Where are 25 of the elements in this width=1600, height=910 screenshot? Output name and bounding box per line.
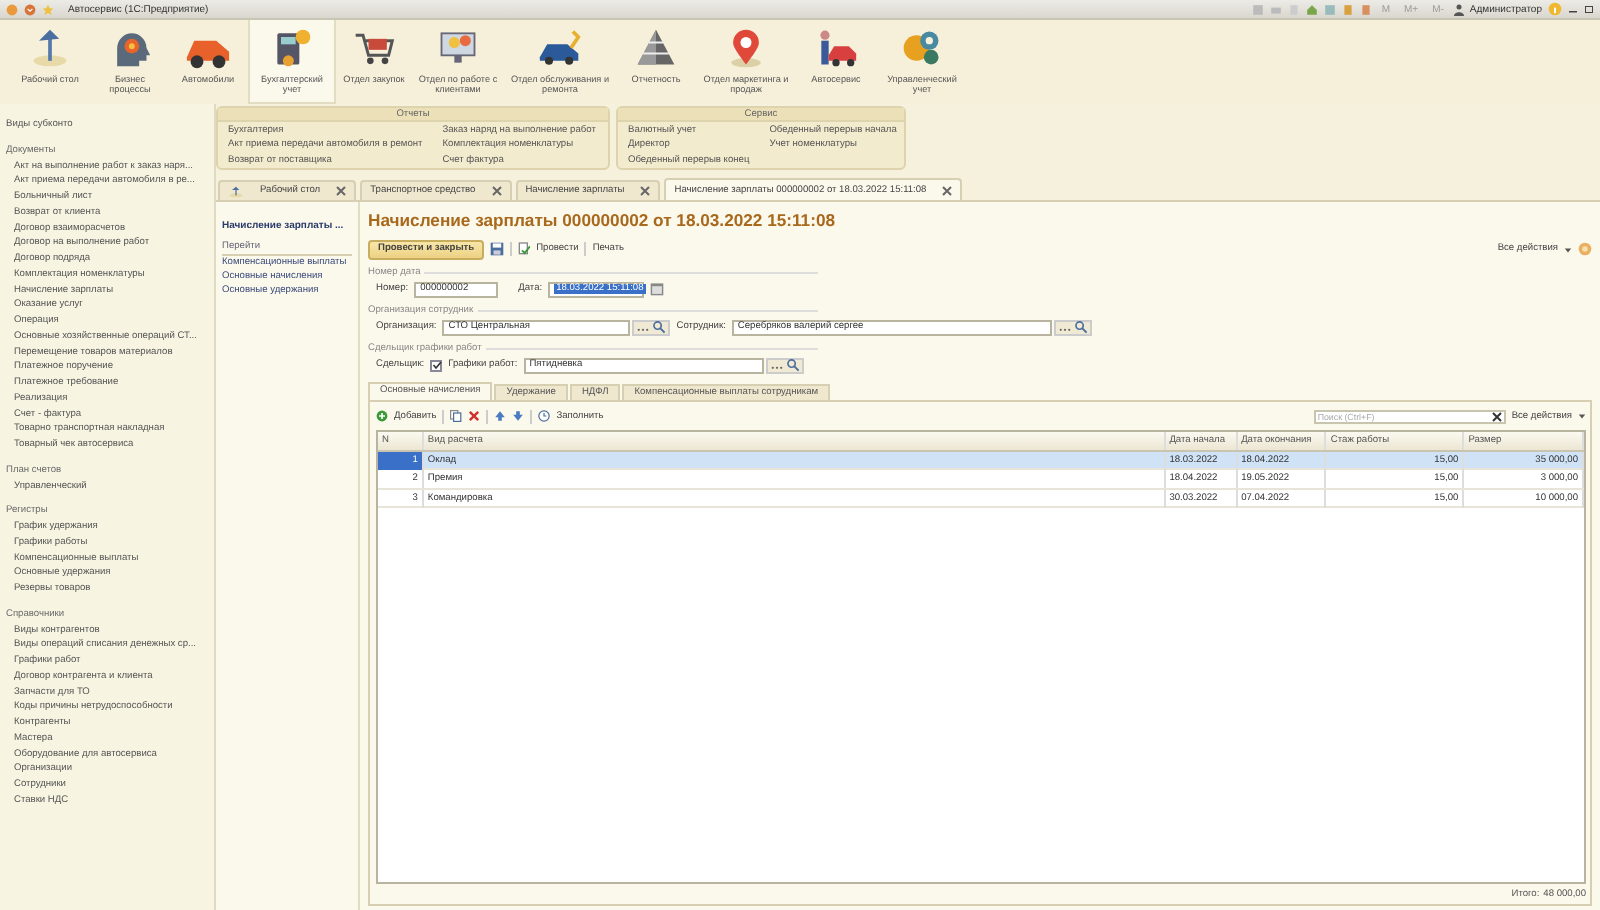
restore-icon[interactable] xyxy=(1584,4,1594,14)
checkbox[interactable] xyxy=(430,359,443,371)
close-icon[interactable] xyxy=(1491,411,1502,421)
pyramid-icon xyxy=(634,26,678,70)
arrow-up-icon[interactable] xyxy=(494,410,507,422)
delete-icon[interactable] xyxy=(468,410,481,422)
document-check-icon[interactable] xyxy=(518,242,531,256)
plus-icon[interactable] xyxy=(376,410,388,422)
user-icon xyxy=(1453,3,1464,15)
car-icon xyxy=(814,26,858,70)
close-icon[interactable] xyxy=(942,185,953,195)
search-icon[interactable] xyxy=(652,320,667,334)
star-icon[interactable] xyxy=(42,3,54,15)
arrow-down-icon[interactable] xyxy=(512,410,525,422)
copy-icon[interactable] xyxy=(450,410,463,422)
check-icon xyxy=(431,360,442,370)
search-icon[interactable] xyxy=(785,358,800,372)
document-title: Начисление зарплаты 000000002 от 18.03.2022 15:11:08 xyxy=(368,210,837,232)
clock-icon[interactable] xyxy=(538,410,551,422)
search-icon[interactable] xyxy=(1073,320,1088,334)
history-circle-icon[interactable] xyxy=(24,3,36,15)
home-icon[interactable] xyxy=(1305,3,1318,15)
caret-icon[interactable] xyxy=(1564,245,1572,253)
car-icon xyxy=(538,26,582,70)
caret-icon[interactable] xyxy=(1578,412,1586,420)
